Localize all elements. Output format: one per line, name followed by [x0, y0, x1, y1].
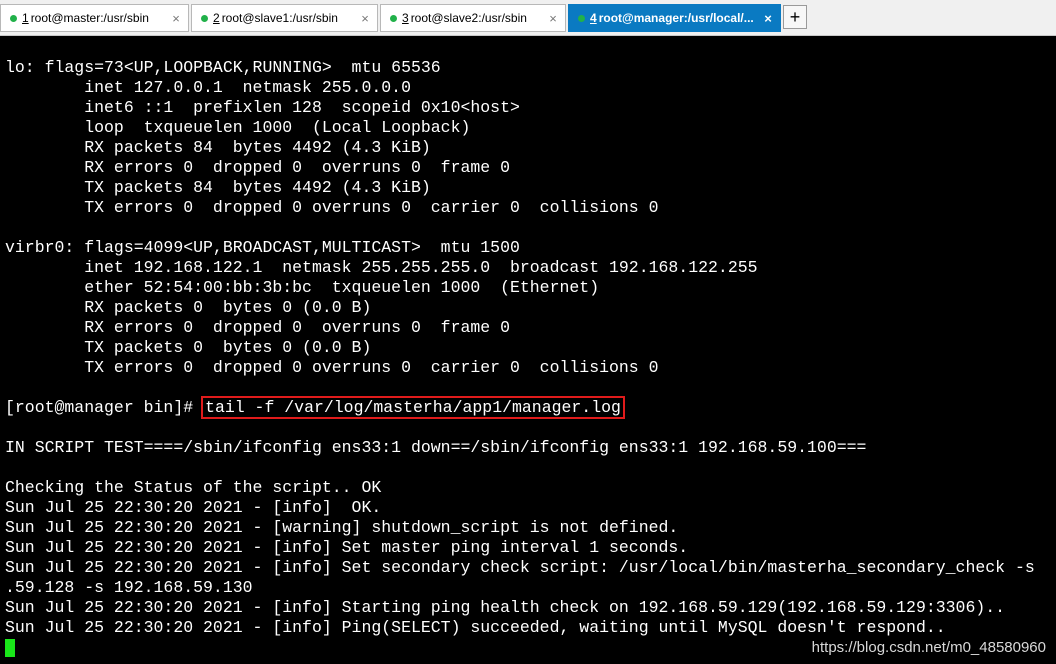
- log-line: Sun Jul 25 22:30:20 2021 - [info] Starti…: [5, 598, 1006, 617]
- tab-label: root@slave1:/usr/sbin: [221, 11, 338, 25]
- connected-status-icon: [201, 14, 208, 22]
- text-cursor: [5, 638, 15, 657]
- terminal-line: virbr0: flags=4099<UP,BROADCAST,MULTICAS…: [5, 238, 520, 257]
- tab-number: 4: [590, 11, 597, 25]
- tab-bar: 1 root@master:/usr/sbin × 2 root@slave1:…: [0, 0, 1056, 36]
- terminal-line: TX packets 84 bytes 4492 (4.3 KiB): [5, 178, 431, 197]
- close-icon[interactable]: ×: [168, 11, 184, 26]
- close-icon[interactable]: ×: [357, 11, 373, 26]
- highlighted-command: tail -f /var/log/masterha/app1/manager.l…: [201, 396, 625, 419]
- terminal-line: lo: flags=73<UP,LOOPBACK,RUNNING> mtu 65…: [5, 58, 441, 77]
- tab-label: root@slave2:/usr/sbin: [410, 11, 527, 25]
- log-line: Sun Jul 25 22:30:20 2021 - [info] Ping(S…: [5, 618, 946, 637]
- log-line: Checking the Status of the script.. OK: [5, 478, 382, 497]
- terminal-line: RX errors 0 dropped 0 overruns 0 frame 0: [5, 158, 510, 177]
- tab-label: root@master:/usr/sbin: [30, 11, 149, 25]
- close-icon[interactable]: ×: [760, 11, 776, 26]
- log-line: IN SCRIPT TEST====/sbin/ifconfig ens33:1…: [5, 438, 867, 457]
- terminal-line: ether 52:54:00:bb:3b:bc txqueuelen 1000 …: [5, 278, 600, 297]
- log-line: Sun Jul 25 22:30:20 2021 - [info] Set ma…: [5, 538, 689, 557]
- tab-session-3[interactable]: 3 root@slave2:/usr/sbin ×: [380, 4, 566, 32]
- shell-prompt: [root@manager bin]#: [5, 398, 204, 417]
- connected-status-icon: [390, 14, 397, 22]
- add-tab-button[interactable]: +: [783, 5, 807, 29]
- connected-status-icon: [10, 14, 17, 22]
- tab-number: 2: [213, 11, 220, 25]
- terminal-line: RX packets 84 bytes 4492 (4.3 KiB): [5, 138, 431, 157]
- terminal-line: TX errors 0 dropped 0 overruns 0 carrier…: [5, 198, 659, 217]
- terminal-line: TX errors 0 dropped 0 overruns 0 carrier…: [5, 358, 659, 377]
- command-line: [root@manager bin]# tail -f /var/log/mas…: [5, 396, 1035, 419]
- terminal-text: lo: flags=73<UP,LOOPBACK,RUNNING> mtu 65…: [5, 58, 1035, 658]
- tab-session-4[interactable]: 4 root@manager:/usr/local/... ×: [568, 4, 781, 32]
- tab-session-2[interactable]: 2 root@slave1:/usr/sbin ×: [191, 4, 378, 32]
- terminal-line: inet6 ::1 prefixlen 128 scopeid 0x10<hos…: [5, 98, 520, 117]
- terminal-line: inet 192.168.122.1 netmask 255.255.255.0…: [5, 258, 758, 277]
- terminal-line: inet 127.0.0.1 netmask 255.0.0.0: [5, 78, 411, 97]
- terminal-line: RX errors 0 dropped 0 overruns 0 frame 0: [5, 318, 510, 337]
- connected-status-icon: [578, 14, 585, 22]
- log-line: Sun Jul 25 22:30:20 2021 - [warning] shu…: [5, 518, 679, 537]
- tab-number: 3: [402, 11, 409, 25]
- terminal-line: loop txqueuelen 1000 (Local Loopback): [5, 118, 471, 137]
- close-icon[interactable]: ×: [545, 11, 561, 26]
- tab-label: root@manager:/usr/local/...: [598, 11, 754, 25]
- tab-number: 1: [22, 11, 29, 25]
- log-line: Sun Jul 25 22:30:20 2021 - [info] OK.: [5, 498, 382, 517]
- log-line: .59.128 -s 192.168.59.130: [5, 578, 253, 597]
- terminal-output[interactable]: lo: flags=73<UP,LOOPBACK,RUNNING> mtu 65…: [0, 36, 1056, 664]
- watermark: https://blog.csdn.net/m0_48580960: [811, 639, 1046, 656]
- log-line: Sun Jul 25 22:30:20 2021 - [info] Set se…: [5, 558, 1035, 577]
- terminal-line: TX packets 0 bytes 0 (0.0 B): [5, 338, 372, 357]
- terminal-line: RX packets 0 bytes 0 (0.0 B): [5, 298, 372, 317]
- tab-session-1[interactable]: 1 root@master:/usr/sbin ×: [0, 4, 189, 32]
